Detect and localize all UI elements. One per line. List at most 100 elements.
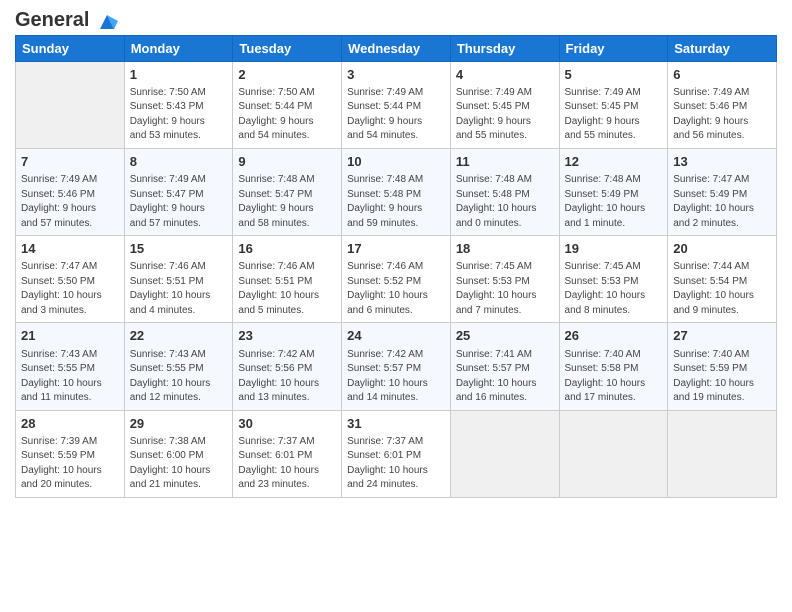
calendar-week-1: 1Sunrise: 7:50 AM Sunset: 5:43 PM Daylig… <box>16 61 777 148</box>
col-header-thursday: Thursday <box>450 35 559 61</box>
calendar-cell: 8 Sunrise: 7:49 AM Sunset: 5:47 PM Daylig… <box>124 148 233 235</box>
day-info: Sunrise: 7:49 AM Sunset: 5:46 PM Dayligh… <box>21 173 119 231</box>
day-number: 13 <box>673 153 771 171</box>
day-number: 17 <box>347 240 445 258</box>
calendar-cell <box>16 61 125 148</box>
calendar-cell: 19 Sunrise: 7:45 AM Sunset: 5:53 PM Dayli… <box>559 236 668 323</box>
day-info: Sunrise: 7:48 AM Sunset: 5:49 PM Dayligh… <box>565 173 663 231</box>
calendar-table: SundayMondayTuesdayWednesdayThursdayFrid… <box>15 35 777 498</box>
day-info: Sunrise: 7:42 AM Sunset: 5:56 PM Dayligh… <box>238 348 336 406</box>
day-number: 6 <box>673 66 771 84</box>
day-number: 16 <box>238 240 336 258</box>
day-number: 3 <box>347 66 445 84</box>
day-info: Sunrise: 7:49 AM Sunset: 5:47 PM Dayligh… <box>130 173 228 231</box>
calendar-cell: 18 Sunrise: 7:45 AM Sunset: 5:53 PM Dayli… <box>450 236 559 323</box>
calendar-cell <box>559 410 668 497</box>
calendar-cell: 14 Sunrise: 7:47 AM Sunset: 5:50 PM Dayli… <box>16 236 125 323</box>
calendar-week-5: 28 Sunrise: 7:39 AM Sunset: 5:59 PM Dayli… <box>16 410 777 497</box>
day-number: 31 <box>347 415 445 433</box>
day-info: Sunrise: 7:49 AM Sunset: 5:44 PM Dayligh… <box>347 86 445 144</box>
day-info: Sunrise: 7:43 AM Sunset: 5:55 PM Dayligh… <box>130 348 228 406</box>
calendar-cell: 28 Sunrise: 7:39 AM Sunset: 5:59 PM Dayli… <box>16 410 125 497</box>
day-info: Sunrise: 7:37 AM Sunset: 6:01 PM Dayligh… <box>347 435 445 493</box>
calendar-cell <box>668 410 777 497</box>
day-info: Sunrise: 7:50 AM Sunset: 5:44 PM Dayligh… <box>238 86 336 144</box>
day-number: 25 <box>456 327 554 345</box>
calendar-cell: 25 Sunrise: 7:41 AM Sunset: 5:57 PM Dayli… <box>450 323 559 410</box>
calendar-week-3: 14 Sunrise: 7:47 AM Sunset: 5:50 PM Dayli… <box>16 236 777 323</box>
col-header-monday: Monday <box>124 35 233 61</box>
day-info: Sunrise: 7:43 AM Sunset: 5:55 PM Dayligh… <box>21 348 119 406</box>
calendar-cell: 1Sunrise: 7:50 AM Sunset: 5:43 PM Daylig… <box>124 61 233 148</box>
day-number: 9 <box>238 153 336 171</box>
day-number: 24 <box>347 327 445 345</box>
day-number: 2 <box>238 66 336 84</box>
col-header-friday: Friday <box>559 35 668 61</box>
logo-text: General <box>15 10 118 33</box>
calendar-cell: 2 Sunrise: 7:50 AM Sunset: 5:44 PM Daylig… <box>233 61 342 148</box>
day-info: Sunrise: 7:37 AM Sunset: 6:01 PM Dayligh… <box>238 435 336 493</box>
day-number: 18 <box>456 240 554 258</box>
calendar-cell: 16Sunrise: 7:46 AM Sunset: 5:51 PM Dayli… <box>233 236 342 323</box>
main-container: General SundayMondayTuesdayWednesdayThur… <box>0 0 792 508</box>
calendar-cell: 31 Sunrise: 7:37 AM Sunset: 6:01 PM Dayli… <box>342 410 451 497</box>
day-number: 19 <box>565 240 663 258</box>
day-number: 7 <box>21 153 119 171</box>
calendar-cell: 4 Sunrise: 7:49 AM Sunset: 5:45 PM Daylig… <box>450 61 559 148</box>
day-info: Sunrise: 7:40 AM Sunset: 5:59 PM Dayligh… <box>673 348 771 406</box>
calendar-cell: 22 Sunrise: 7:43 AM Sunset: 5:55 PM Dayli… <box>124 323 233 410</box>
day-number: 8 <box>130 153 228 171</box>
col-header-sunday: Sunday <box>16 35 125 61</box>
day-number: 26 <box>565 327 663 345</box>
day-number: 14 <box>21 240 119 258</box>
day-info: Sunrise: 7:45 AM Sunset: 5:53 PM Dayligh… <box>456 260 554 318</box>
day-number: 29 <box>130 415 228 433</box>
day-info: Sunrise: 7:39 AM Sunset: 5:59 PM Dayligh… <box>21 435 119 493</box>
calendar-cell: 21 Sunrise: 7:43 AM Sunset: 5:55 PM Dayli… <box>16 323 125 410</box>
calendar-cell: 9 Sunrise: 7:48 AM Sunset: 5:47 PM Daylig… <box>233 148 342 235</box>
day-info: Sunrise: 7:41 AM Sunset: 5:57 PM Dayligh… <box>456 348 554 406</box>
calendar-cell: 6 Sunrise: 7:49 AM Sunset: 5:46 PM Daylig… <box>668 61 777 148</box>
day-number: 11 <box>456 153 554 171</box>
day-info: Sunrise: 7:44 AM Sunset: 5:54 PM Dayligh… <box>673 260 771 318</box>
day-number: 12 <box>565 153 663 171</box>
calendar-cell: 3 Sunrise: 7:49 AM Sunset: 5:44 PM Daylig… <box>342 61 451 148</box>
day-info: Sunrise: 7:48 AM Sunset: 5:47 PM Dayligh… <box>238 173 336 231</box>
day-info: Sunrise: 7:46 AM Sunset: 5:51 PM Dayligh… <box>130 260 228 318</box>
day-number: 21 <box>21 327 119 345</box>
day-number: 4 <box>456 66 554 84</box>
day-info: Sunrise: 7:49 AM Sunset: 5:45 PM Dayligh… <box>456 86 554 144</box>
day-info: Sunrise: 7:40 AM Sunset: 5:58 PM Dayligh… <box>565 348 663 406</box>
day-info: Sunrise: 7:48 AM Sunset: 5:48 PM Dayligh… <box>456 173 554 231</box>
day-info: Sunrise: 7:47 AM Sunset: 5:49 PM Dayligh… <box>673 173 771 231</box>
calendar-week-4: 21 Sunrise: 7:43 AM Sunset: 5:55 PM Dayli… <box>16 323 777 410</box>
calendar-cell: 10 Sunrise: 7:48 AM Sunset: 5:48 PM Dayli… <box>342 148 451 235</box>
day-number: 22 <box>130 327 228 345</box>
day-number: 1 <box>130 66 228 84</box>
col-header-wednesday: Wednesday <box>342 35 451 61</box>
calendar-cell: 12 Sunrise: 7:48 AM Sunset: 5:49 PM Dayli… <box>559 148 668 235</box>
calendar-cell: 23Sunrise: 7:42 AM Sunset: 5:56 PM Dayli… <box>233 323 342 410</box>
day-number: 10 <box>347 153 445 171</box>
day-info: Sunrise: 7:49 AM Sunset: 5:46 PM Dayligh… <box>673 86 771 144</box>
day-number: 28 <box>21 415 119 433</box>
day-info: Sunrise: 7:42 AM Sunset: 5:57 PM Dayligh… <box>347 348 445 406</box>
calendar-cell: 20 Sunrise: 7:44 AM Sunset: 5:54 PM Dayli… <box>668 236 777 323</box>
day-info: Sunrise: 7:48 AM Sunset: 5:48 PM Dayligh… <box>347 173 445 231</box>
calendar-cell: 5Sunrise: 7:49 AM Sunset: 5:45 PM Daylig… <box>559 61 668 148</box>
calendar-cell: 24 Sunrise: 7:42 AM Sunset: 5:57 PM Dayli… <box>342 323 451 410</box>
day-info: Sunrise: 7:47 AM Sunset: 5:50 PM Dayligh… <box>21 260 119 318</box>
day-number: 20 <box>673 240 771 258</box>
day-number: 15 <box>130 240 228 258</box>
day-info: Sunrise: 7:49 AM Sunset: 5:45 PM Dayligh… <box>565 86 663 144</box>
header: General <box>15 10 777 31</box>
day-info: Sunrise: 7:45 AM Sunset: 5:53 PM Dayligh… <box>565 260 663 318</box>
calendar-header-row: SundayMondayTuesdayWednesdayThursdayFrid… <box>16 35 777 61</box>
calendar-cell: 11 Sunrise: 7:48 AM Sunset: 5:48 PM Dayli… <box>450 148 559 235</box>
calendar-cell: 30Sunrise: 7:37 AM Sunset: 6:01 PM Dayli… <box>233 410 342 497</box>
col-header-tuesday: Tuesday <box>233 35 342 61</box>
calendar-week-2: 7 Sunrise: 7:49 AM Sunset: 5:46 PM Daylig… <box>16 148 777 235</box>
calendar-cell: 7 Sunrise: 7:49 AM Sunset: 5:46 PM Daylig… <box>16 148 125 235</box>
day-number: 27 <box>673 327 771 345</box>
calendar-cell: 15 Sunrise: 7:46 AM Sunset: 5:51 PM Dayli… <box>124 236 233 323</box>
